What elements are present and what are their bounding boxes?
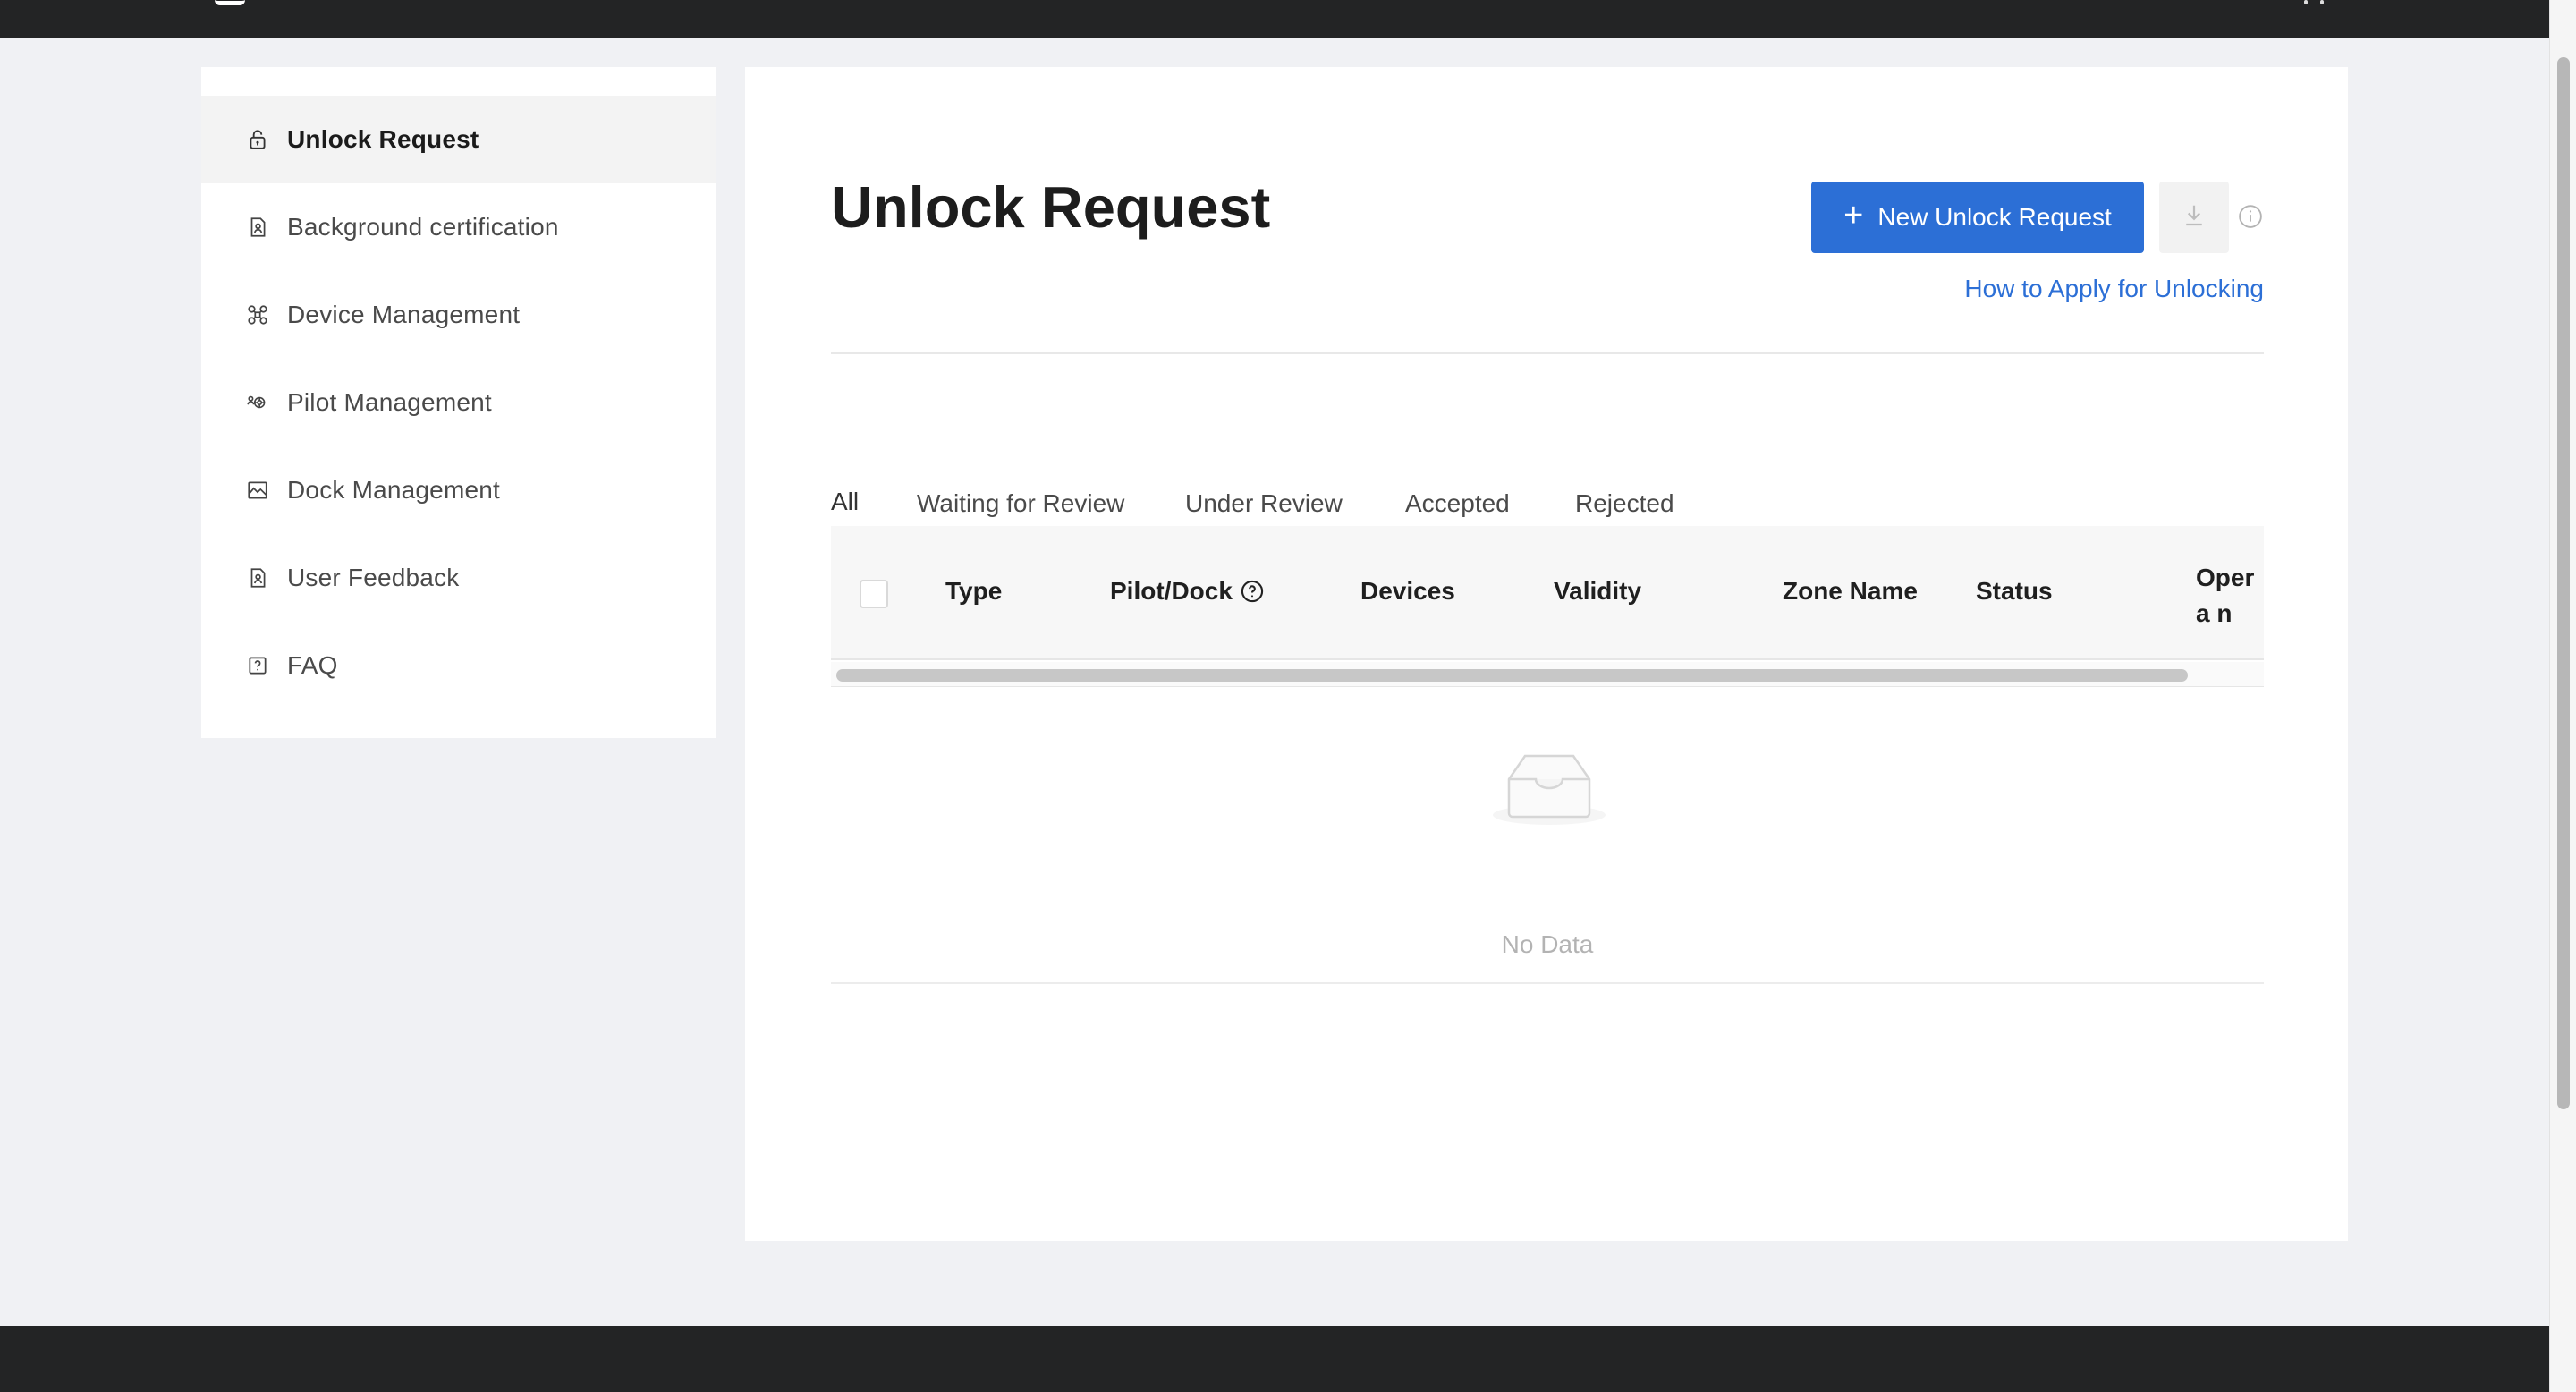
tab-under-review[interactable]: Under Review bbox=[1185, 489, 1343, 518]
column-devices[interactable]: Devices bbox=[1360, 577, 1455, 606]
top-right-controls[interactable] bbox=[2304, 0, 2349, 4]
sidebar-item-label: Device Management bbox=[287, 301, 521, 328]
new-unlock-request-label: New Unlock Request bbox=[1877, 203, 2112, 231]
footer bbox=[0, 1326, 2549, 1392]
drone-icon bbox=[244, 301, 271, 328]
new-unlock-request-button[interactable]: + New Unlock Request bbox=[1811, 182, 2144, 253]
info-icon[interactable] bbox=[2237, 203, 2264, 230]
empty-state: No Data bbox=[831, 747, 2264, 971]
sidebar-item-label: Background certification bbox=[287, 213, 559, 241]
logo[interactable] bbox=[215, 0, 245, 5]
document-person-icon bbox=[244, 214, 271, 241]
column-status[interactable]: Status bbox=[1976, 577, 2053, 606]
lock-icon bbox=[244, 126, 271, 153]
tab-rejected[interactable]: Rejected bbox=[1575, 489, 1674, 518]
sidebar-item-dock-management[interactable]: Dock Management bbox=[201, 446, 716, 534]
column-pilot-dock[interactable]: Pilot/Dock bbox=[1110, 577, 1265, 606]
sidebar-item-label: Pilot Management bbox=[287, 388, 492, 416]
download-button[interactable] bbox=[2159, 182, 2229, 253]
column-pilot-dock-label: Pilot/Dock bbox=[1110, 577, 1233, 605]
page-scrollbar-thumb[interactable] bbox=[2557, 57, 2570, 1109]
question-square-icon bbox=[244, 652, 271, 679]
sidebar-item-label: Dock Management bbox=[287, 476, 501, 504]
download-icon bbox=[2181, 202, 2207, 233]
page-title: Unlock Request bbox=[831, 174, 1271, 240]
plus-icon: + bbox=[1843, 197, 1864, 234]
sidebar-item-label: FAQ bbox=[287, 651, 338, 679]
tab-accepted[interactable]: Accepted bbox=[1405, 489, 1510, 518]
sidebar-item-unlock-request[interactable]: Unlock Request bbox=[201, 96, 716, 183]
sidebar-item-pilot-management[interactable]: Pilot Management bbox=[201, 359, 716, 446]
column-operation[interactable]: Opera n bbox=[2196, 560, 2264, 632]
dock-image-icon bbox=[244, 477, 271, 504]
column-zone-name[interactable]: Zone Name bbox=[1783, 577, 1918, 606]
feedback-icon bbox=[244, 564, 271, 591]
main-content: Unlock Request + New Unlock Request How … bbox=[745, 67, 2348, 1241]
sidebar-item-faq[interactable]: FAQ bbox=[201, 622, 716, 709]
sidebar-item-user-feedback[interactable]: User Feedback bbox=[201, 534, 716, 622]
divider bbox=[831, 982, 2264, 984]
column-validity[interactable]: Validity bbox=[1554, 577, 1641, 606]
help-circle-icon[interactable] bbox=[1240, 579, 1265, 604]
divider bbox=[831, 352, 2264, 354]
sidebar-item-label: User Feedback bbox=[287, 564, 460, 591]
select-all-checkbox[interactable] bbox=[860, 580, 888, 608]
tab-all[interactable]: All bbox=[831, 488, 859, 516]
sidebar-item-background-certification[interactable]: Background certification bbox=[201, 183, 716, 271]
no-data-text: No Data bbox=[1501, 930, 1594, 958]
page-scrollbar[interactable] bbox=[2549, 0, 2576, 1392]
sidebar-item-device-management[interactable]: Device Management bbox=[201, 271, 716, 359]
how-to-apply-link[interactable]: How to Apply for Unlocking bbox=[1964, 275, 2264, 303]
pilots-icon bbox=[244, 389, 271, 416]
scrollbar-thumb[interactable] bbox=[836, 669, 2188, 682]
table-header: Type Pilot/Dock Devices Validity Zone Na… bbox=[831, 526, 2264, 660]
column-type[interactable]: Type bbox=[945, 577, 1002, 606]
sidebar: Unlock Request Background certification … bbox=[201, 67, 716, 738]
tab-waiting-for-review[interactable]: Waiting for Review bbox=[917, 489, 1124, 518]
empty-inbox-icon bbox=[1491, 747, 1607, 828]
top-nav-bar bbox=[0, 0, 2549, 38]
table-horizontal-scrollbar[interactable] bbox=[831, 662, 2264, 687]
sidebar-item-label: Unlock Request bbox=[287, 125, 479, 153]
